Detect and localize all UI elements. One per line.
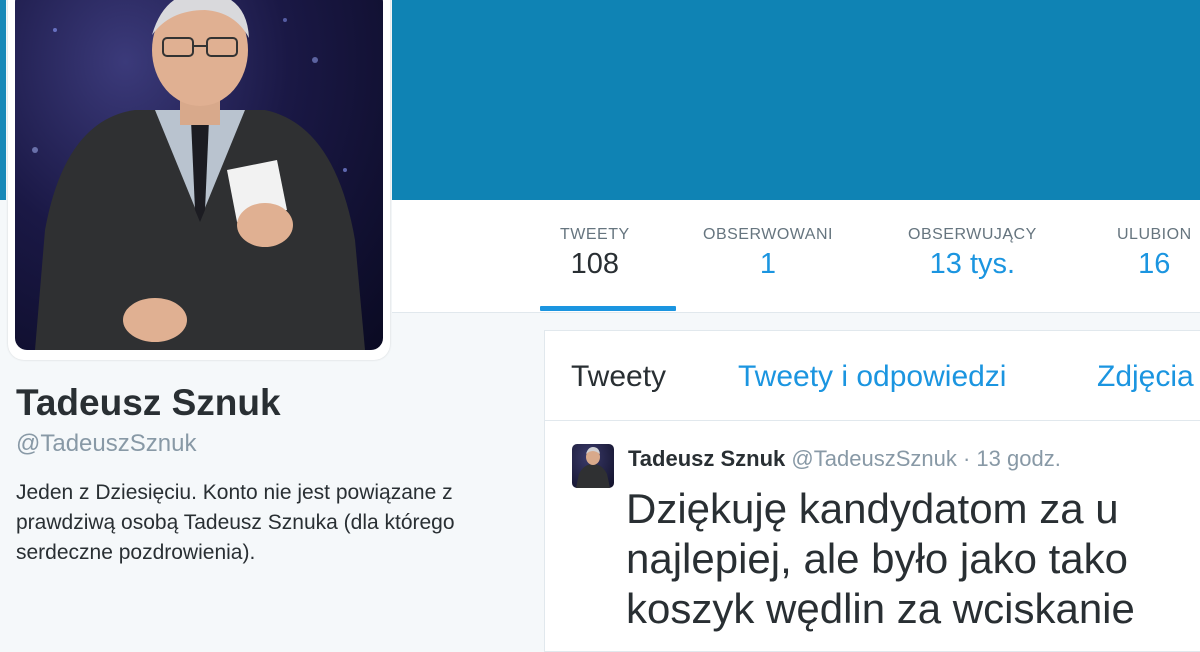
stat-label: OBSERWOWANI — [703, 226, 833, 243]
stat-label: ULUBION — [1117, 226, 1192, 243]
tweet-avatar-photo — [576, 447, 610, 488]
tweet-text: Dziękuję kandydatom za u najlepiej, ale … — [626, 484, 1200, 634]
tweet-text-line: najlepiej, ale było jako tako — [626, 535, 1128, 582]
tab-photos[interactable]: Zdjęcia — [1097, 360, 1194, 394]
profile-handle[interactable]: @TadeuszSznuk — [16, 430, 196, 458]
tweet-avatar[interactable] — [572, 444, 614, 488]
active-stat-indicator — [540, 306, 676, 311]
tweet-timestamp[interactable]: 13 godz. — [976, 446, 1060, 471]
avatar[interactable] — [15, 0, 383, 350]
stat-label: OBSERWUJĄCY — [908, 226, 1037, 243]
stat-tweets[interactable]: TWEETY 108 — [560, 226, 630, 281]
tab-tweets[interactable]: Tweety — [571, 360, 666, 394]
stat-value: 16 — [1138, 248, 1171, 280]
avatar-photo — [32, 0, 365, 350]
stat-value: 13 tys. — [929, 248, 1016, 280]
tweet-text-line: Dziękuję kandydatom za u — [626, 485, 1119, 532]
profile-bio: Jeden z Dziesięciu. Konto nie jest powią… — [16, 481, 455, 564]
tweet-separator: · — [962, 446, 971, 471]
tweet-text-line: koszyk wędlin za wciskanie — [626, 585, 1135, 632]
tweet-author-name[interactable]: Tadeusz Sznuk — [628, 446, 785, 471]
profile-name[interactable]: Tadeusz Sznuk — [16, 382, 281, 424]
stat-following[interactable]: OBSERWOWANI 1 — [703, 226, 833, 281]
stat-value: 1 — [759, 248, 777, 280]
profile-banner — [392, 0, 1200, 200]
stat-value: 108 — [570, 248, 620, 280]
stat-followers[interactable]: OBSERWUJĄCY 13 tys. — [908, 226, 1037, 281]
left-banner-edge — [0, 0, 6, 200]
tweet-author-handle[interactable]: @TadeuszSznuk — [791, 446, 956, 471]
stat-label: TWEETY — [560, 226, 630, 243]
stat-favorites[interactable]: ULUBION 16 — [1117, 226, 1192, 281]
tab-tweets-and-replies[interactable]: Tweety i odpowiedzi — [738, 360, 1006, 394]
tweet-header: Tadeusz Sznuk @TadeuszSznuk · 13 godz. — [628, 446, 1061, 472]
